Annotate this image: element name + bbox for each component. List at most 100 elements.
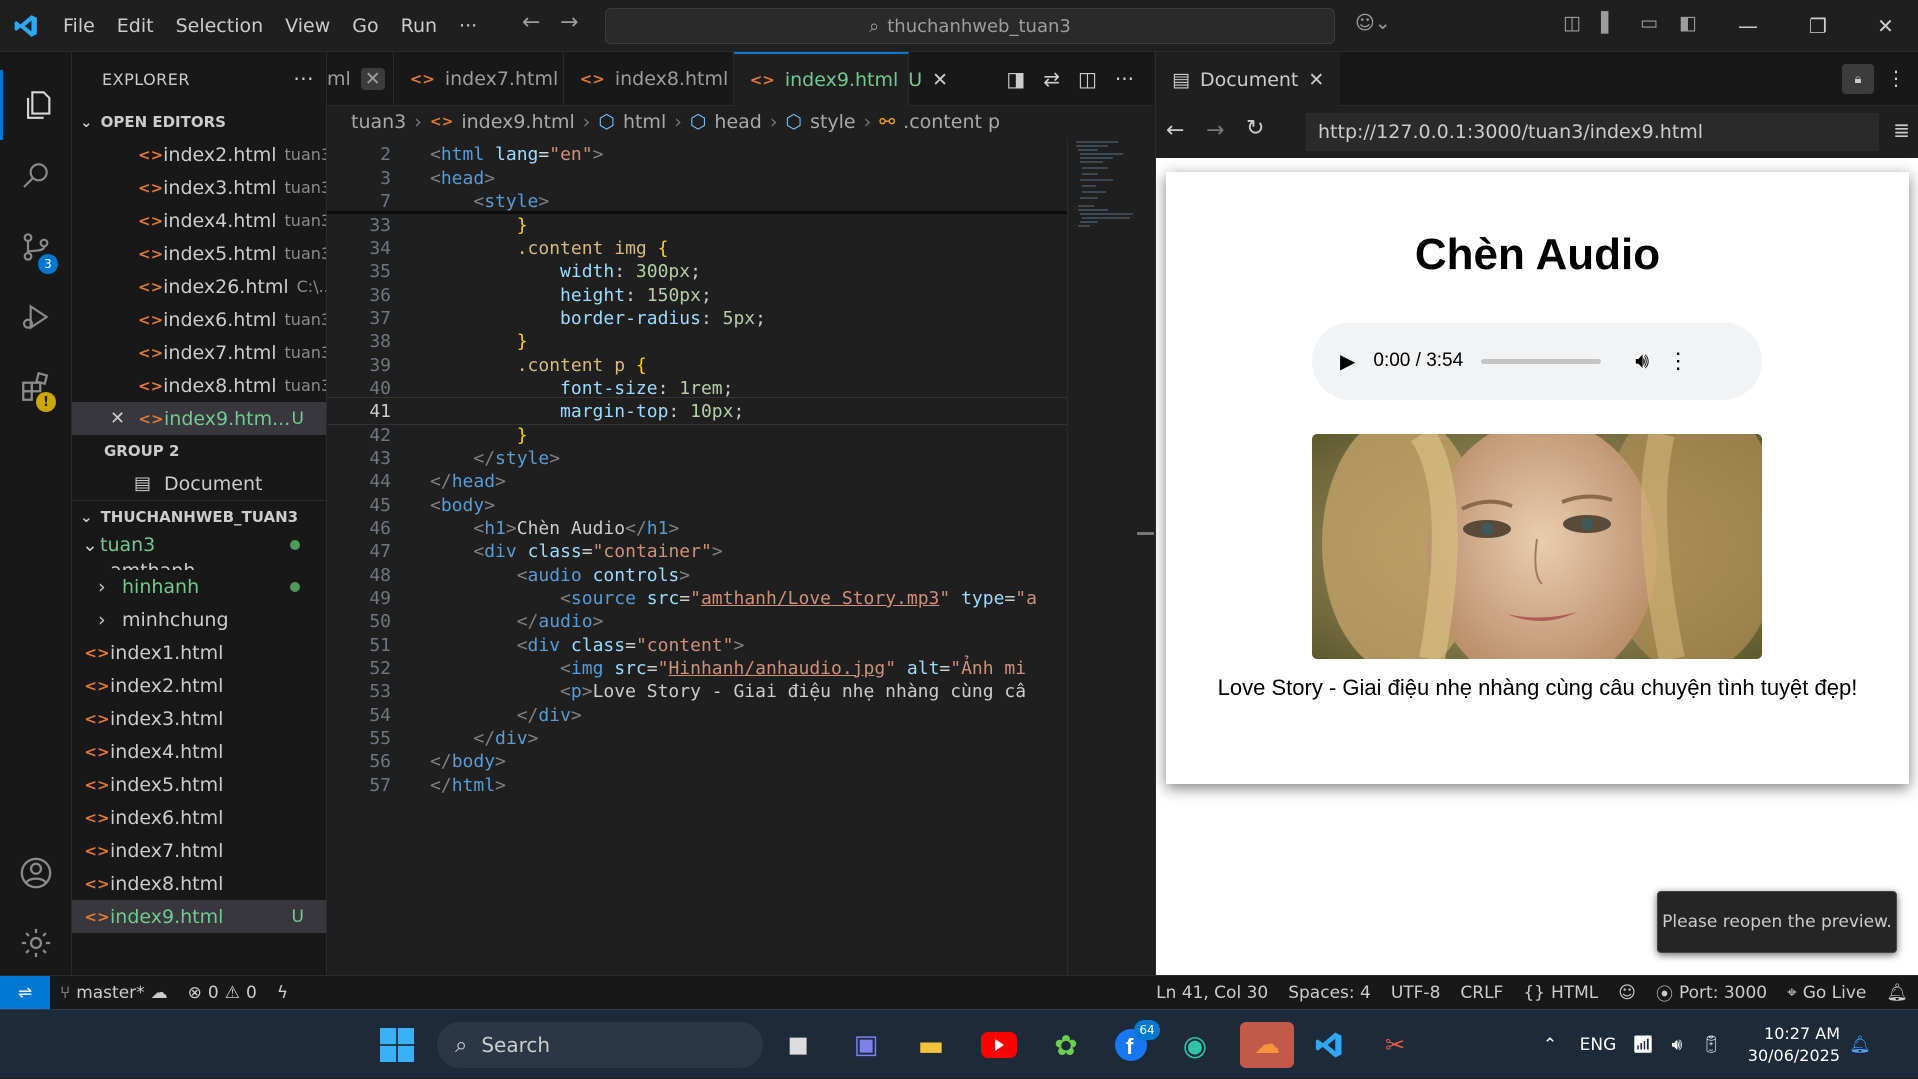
file-item[interactable]: <> index5.html <box>72 768 326 801</box>
audio-progress-bar[interactable] <box>1481 358 1602 364</box>
chat-app-icon[interactable]: ▣ <box>843 1022 889 1068</box>
lightning-icon[interactable]: ϟ <box>267 983 298 1003</box>
open-editors-section[interactable]: ⌄ OPEN EDITORS <box>72 106 326 138</box>
source-control-icon[interactable]: 3 <box>0 212 72 282</box>
explorer-icon[interactable] <box>0 70 72 140</box>
volume-icon[interactable]: 🔊︎ <box>1660 1035 1694 1055</box>
command-center[interactable]: ⌕ thuchanhweb_tuan3 <box>605 8 1335 44</box>
run-debug-icon[interactable] <box>0 282 72 352</box>
account-icon[interactable] <box>0 838 72 908</box>
menu-more[interactable]: ··· <box>448 15 488 37</box>
more-actions-icon[interactable]: ··· <box>293 67 314 91</box>
close-icon[interactable]: ✕ <box>1308 69 1324 91</box>
cloudflare-icon[interactable]: ☁︎ <box>1240 1022 1294 1068</box>
open-editor-item[interactable]: <> index8.html tuan3 <box>72 369 326 402</box>
notification-bell-icon[interactable]: 🔔︎ <box>1840 1035 1880 1055</box>
windows-start-icon[interactable] <box>374 1022 420 1068</box>
group2-label[interactable]: GROUP 2 <box>72 435 326 467</box>
forward-arrow-icon[interactable]: → <box>560 10 578 35</box>
close-icon[interactable]: ✕ <box>932 69 948 91</box>
facebook-icon[interactable]: f 64 <box>1108 1020 1160 1068</box>
volume-icon[interactable]: 🔊︎ <box>1635 348 1649 374</box>
restore-button[interactable]: ❐ <box>1783 0 1853 52</box>
open-editor-item[interactable]: <> index7.html tuan3 <box>72 336 326 369</box>
close-icon[interactable]: ✕ <box>110 408 138 429</box>
vscode-taskbar-icon[interactable] <box>1306 1022 1352 1068</box>
copilot-icon[interactable]: ☺⌄ <box>1355 12 1391 34</box>
tab-index8[interactable]: <> index8.html <box>564 52 734 106</box>
menu-file[interactable]: File <box>52 15 106 37</box>
notification-toast[interactable]: Please reopen the preview. <box>1657 891 1897 953</box>
go-live-button[interactable]: ⌖ Go Live <box>1777 983 1876 1003</box>
copilot-status-icon[interactable]: ☺ <box>1608 983 1646 1003</box>
edge-browser-icon[interactable]: ◉ <box>1172 1022 1218 1068</box>
menu-run[interactable]: Run <box>390 15 448 37</box>
file-item[interactable]: <> index7.html <box>72 834 326 867</box>
indentation[interactable]: Spaces: 4 <box>1278 983 1381 1003</box>
wifi-icon[interactable]: 📶︎ <box>1626 1035 1660 1055</box>
reload-icon[interactable]: ↻ <box>1246 116 1264 141</box>
remote-icon[interactable]: ⇌ <box>0 975 50 1010</box>
menu-view[interactable]: View <box>274 15 341 37</box>
file-item[interactable]: <> index4.html <box>72 735 326 768</box>
open-editor-item[interactable]: <> index2.html tuan3 <box>72 138 326 171</box>
folder-hinhanh[interactable]: › hinhanh <box>72 570 326 603</box>
youtube-icon[interactable] <box>976 1022 1022 1068</box>
audio-player[interactable]: ▶ 0:00 / 3:54 🔊︎ ⋮ <box>1312 322 1762 400</box>
cursor-position[interactable]: Ln 41, Col 30 <box>1146 983 1278 1003</box>
compare-changes-icon[interactable]: ⇄ <box>1043 67 1060 91</box>
open-preview-icon[interactable]: ◨ <box>1006 67 1025 91</box>
language-mode[interactable]: {} HTML <box>1513 983 1608 1003</box>
open-editor-item[interactable]: <> index4.html tuan3 <box>72 204 326 237</box>
language-indicator[interactable]: ENG <box>1570 1035 1626 1055</box>
code-line[interactable]: 57 </html> <box>327 771 1067 799</box>
task-view-icon[interactable]: ◼ <box>775 1022 821 1068</box>
menu-selection[interactable]: Selection <box>165 15 275 37</box>
code-editor[interactable]: 2 <html lang="en"> 3 <head> 7 <style> 33 } 34 … <box>327 138 1067 975</box>
tab-partial[interactable]: ml ✕ <box>327 52 394 106</box>
toggle-panel-icon[interactable]: ▭ <box>1640 12 1658 34</box>
extensions-icon[interactable]: ! <box>0 352 72 422</box>
notifications-bell-icon[interactable]: 🔔︎ <box>1876 983 1918 1003</box>
lock-icon[interactable]: 🔒︎ <box>1842 64 1874 94</box>
branch-status[interactable]: ⑂ master* ☁︎ <box>50 983 178 1003</box>
layout-customize-icon[interactable]: ◫ <box>1563 12 1581 34</box>
search-icon[interactable] <box>0 140 72 210</box>
toggle-secondary-sidebar-icon[interactable]: ◧ <box>1679 12 1697 34</box>
menu-edit[interactable]: Edit <box>106 15 165 37</box>
back-arrow-icon[interactable]: ← <box>522 10 540 35</box>
more-actions-icon[interactable]: ··· <box>1115 67 1134 91</box>
file-item[interactable]: <> index3.html <box>72 702 326 735</box>
file-item[interactable]: <> index8.html <box>72 867 326 900</box>
close-icon[interactable]: ✕ <box>360 68 385 90</box>
open-editor-item[interactable]: <> index3.html tuan3 <box>72 171 326 204</box>
toggle-sidebar-icon[interactable]: ▌ <box>1601 12 1616 34</box>
end-of-line[interactable]: CRLF <box>1450 983 1513 1003</box>
open-editor-item[interactable]: <> index5.html tuan3 <box>72 237 326 270</box>
clock[interactable]: 10:27 AM 30/06/2025 <box>1728 1023 1840 1067</box>
app-green-icon[interactable]: ✿ <box>1043 1022 1089 1068</box>
tab-index7[interactable]: <> index7.html <box>394 52 564 106</box>
play-icon[interactable]: ▶ <box>1340 349 1355 374</box>
folder-minhchung[interactable]: › minhchung <box>72 603 326 636</box>
url-input[interactable]: http://127.0.0.1:3000/tuan3/index9.html <box>1306 113 1879 151</box>
minimap[interactable] <box>1067 138 1137 975</box>
file-item[interactable]: <> index6.html <box>72 801 326 834</box>
folder-amthanh-partial[interactable]: amthanh <box>72 558 326 571</box>
encoding[interactable]: UTF-8 <box>1381 983 1451 1003</box>
folder-tuan3[interactable]: ⌄ tuan3 <box>72 532 326 558</box>
file-item[interactable]: <> index2.html <box>72 669 326 702</box>
settings-gear-icon[interactable] <box>0 908 72 978</box>
menu-icon[interactable]: ≣ <box>1893 118 1910 142</box>
close-window-button[interactable]: ✕ <box>1853 0 1918 52</box>
open-editor-item[interactable]: <> index6.html tuan3 <box>72 303 326 336</box>
back-arrow-icon[interactable]: ← <box>1166 118 1184 143</box>
taskbar-search[interactable]: ⌕ Search <box>437 1022 763 1068</box>
file-explorer-icon[interactable]: ▬ <box>908 1022 954 1068</box>
tab-document[interactable]: ▤ Document ✕ <box>1156 51 1341 106</box>
battery-icon[interactable]: 🔋︎ <box>1694 1035 1728 1055</box>
open-editor-item-active[interactable]: ✕ <> index9.htm... U <box>72 402 326 435</box>
live-server-port[interactable]: ⦿ Port: 3000 <box>1646 980 1777 1006</box>
problems-status[interactable]: ⊗ 0 ⚠ 0 <box>178 983 267 1003</box>
file-item-active[interactable]: <> index9.html U <box>72 900 326 933</box>
